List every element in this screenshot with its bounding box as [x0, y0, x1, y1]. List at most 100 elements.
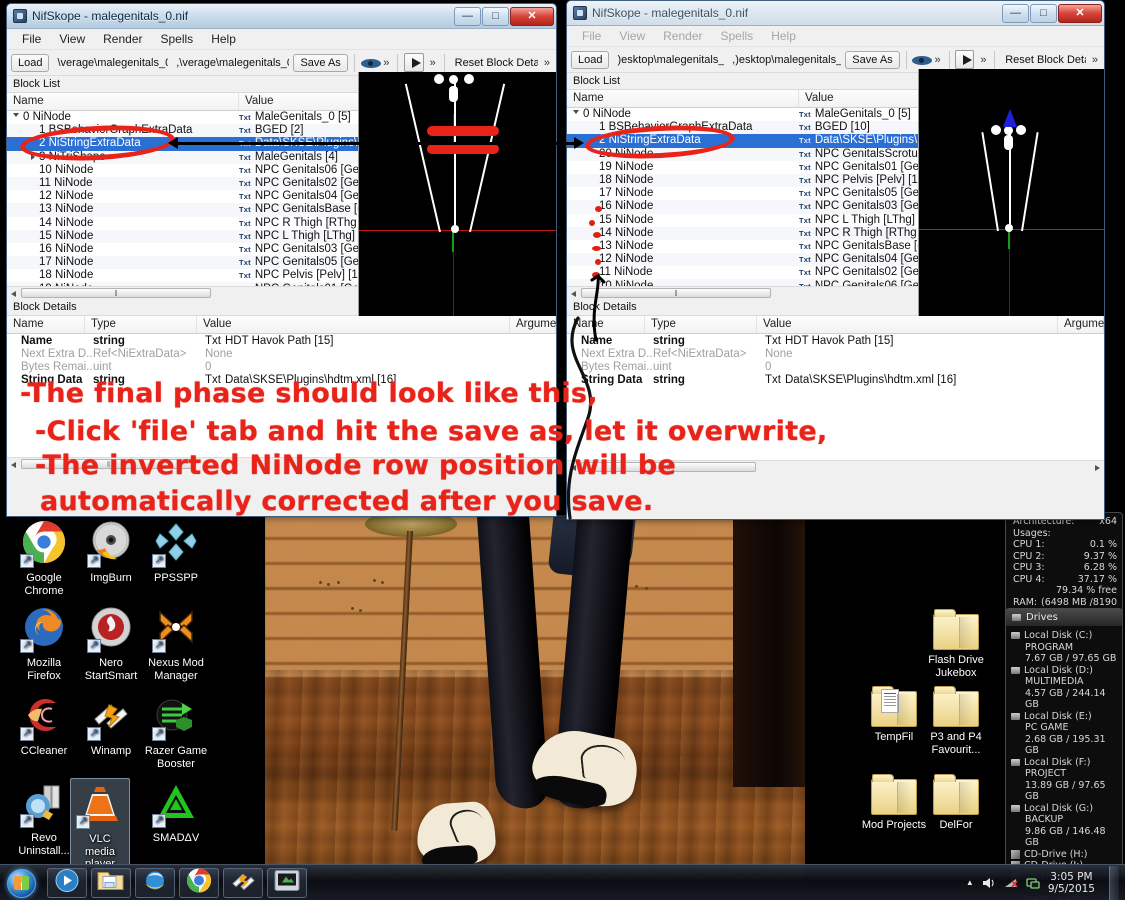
toolbar-overflow-3[interactable]: » [542, 57, 552, 69]
block-details-row[interactable]: String Data string Txt Data\SKSE\Plugins\hd… [567, 374, 1104, 387]
block-details-row[interactable]: Name string Txt HDT Havok Path [15] [7, 334, 556, 347]
winamp-taskbar-icon[interactable] [223, 867, 263, 898]
network-icon[interactable] [1004, 877, 1018, 889]
bd-column-value[interactable]: Value [197, 316, 510, 333]
reset-block-details-button[interactable]: Reset Block Details [1001, 51, 1086, 68]
desktop-icon-nero[interactable]: NeroStartSmart [75, 605, 147, 682]
save-as-button[interactable]: Save As [845, 50, 900, 69]
desktop-icon-winamp[interactable]: Winamp [75, 693, 147, 758]
bd-column-type[interactable]: Type [645, 316, 757, 333]
start-button[interactable] [3, 867, 43, 899]
minimize-button[interactable]: — [454, 6, 481, 26]
eye-icon[interactable] [360, 56, 381, 70]
scroll-left-icon[interactable] [11, 462, 16, 468]
menubar-left[interactable]: File View Render Spells Help [7, 29, 556, 50]
close-button[interactable]: ✕ [1058, 3, 1102, 23]
load-button[interactable]: Load [571, 50, 610, 69]
menu-item-help[interactable]: Help [764, 27, 803, 45]
expand-triangle-open-icon[interactable] [13, 113, 19, 120]
eye-icon[interactable] [912, 53, 933, 67]
taskbar[interactable]: ▲ 3:05 PM 9/5/2015 [0, 864, 1125, 900]
menu-item-render[interactable]: Render [656, 27, 709, 45]
action-center-icon[interactable] [1026, 877, 1040, 889]
close-button[interactable]: ✕ [510, 6, 554, 26]
toolbar-overflow-2[interactable]: » [428, 57, 438, 69]
save-path-field[interactable]: ,)esktop\malegenitals_0.nif [728, 51, 842, 68]
desktop-icon-razer-game-booster[interactable]: Razer GameBooster [140, 693, 212, 770]
bd-column-argument[interactable]: Argume [1058, 316, 1104, 333]
desktop-icon-firefox[interactable]: MozillaFirefox [8, 605, 80, 682]
internet-explorer-taskbar-icon[interactable] [135, 867, 175, 898]
cpu-meter-gadget[interactable]: Architecture: x64 Usages: CPU 1: 0.1 % CPU… [1005, 512, 1123, 624]
nifskope-taskbar-icon[interactable] [267, 867, 307, 898]
drive-item[interactable]: Local Disk (C:) PROGRAM 7.67 GB / 97.65 GB [1011, 630, 1117, 665]
bd-column-name[interactable]: Name [7, 316, 85, 333]
desktop-folder-4[interactable]: DelFor [920, 773, 992, 832]
titlebar-left[interactable]: NifSkope - malegenitals_0.nif — □ ✕ [7, 4, 556, 29]
toolbar-overflow-1[interactable]: » [381, 57, 391, 69]
scroll-thumb-h[interactable]: ‖ [21, 288, 211, 298]
3d-viewport-right[interactable] [918, 69, 1104, 317]
desktop-icon-chrome[interactable]: GoogleChrome [8, 520, 80, 597]
column-header-name[interactable]: Name [567, 90, 799, 107]
menu-item-view[interactable]: View [612, 27, 652, 45]
windows-explorer-taskbar-icon[interactable] [91, 867, 131, 898]
desktop-icon-vlc[interactable]: VLC mediaplayer [70, 778, 130, 874]
desktop-folder-2[interactable]: P3 and P4 Favourit... [920, 685, 992, 756]
bd-column-type[interactable]: Type [85, 316, 197, 333]
drive-item[interactable]: Local Disk (G:) BACKUP 9.86 GB / 146.48 GB [1011, 803, 1117, 849]
load-button[interactable]: Load [11, 53, 50, 72]
desktop-icon-imgburn[interactable]: ImgBurn [75, 520, 147, 585]
block-details-row[interactable]: Name string Txt HDT Havok Path [15] [567, 334, 1104, 347]
load-path-field[interactable]: \verage\malegenitals_0.nif [53, 54, 169, 71]
tray-expand-icon[interactable]: ▲ [966, 878, 974, 887]
desktop-icon-ppsspp[interactable]: PPSSPP [140, 520, 212, 585]
drive-item[interactable]: Local Disk (F:) PROJECT 13.89 GB / 97.65 G… [1011, 757, 1117, 803]
3d-viewport-left[interactable] [358, 72, 556, 317]
desktop-icon-nexus-mod-manager[interactable]: Nexus ModManager [140, 605, 212, 682]
titlebar-right[interactable]: NifSkope - malegenitals_0.nif — □ ✕ [567, 1, 1104, 26]
desktop-folder-0[interactable]: Flash Drive Jukebox [920, 608, 992, 679]
bd-column-value[interactable]: Value [757, 316, 1058, 333]
save-as-button[interactable]: Save As [293, 53, 348, 72]
menu-item-file[interactable]: File [575, 27, 608, 45]
minimize-button[interactable]: — [1002, 3, 1029, 23]
menu-item-render[interactable]: Render [96, 30, 149, 48]
block-details-row[interactable]: Next Extra D... Ref<NiExtraData> None [7, 347, 556, 360]
maximize-button[interactable]: □ [482, 6, 509, 26]
drives-gadget[interactable]: Drives Local Disk (C:) PROGRAM 7.67 GB / 9… [1005, 608, 1123, 900]
column-header-name[interactable]: Name [7, 93, 239, 110]
drive-item[interactable]: CD-Drive (H:) [1011, 849, 1117, 861]
toolbar-overflow-3[interactable]: » [1090, 54, 1100, 66]
show-desktop-button[interactable] [1109, 865, 1119, 900]
expand-triangle-open-icon[interactable] [573, 110, 579, 117]
windows-media-player-taskbar-icon[interactable] [47, 867, 87, 898]
toolbar-overflow-1[interactable]: » [933, 54, 943, 66]
reset-block-details-button[interactable]: Reset Block Details [450, 54, 538, 71]
menu-item-spells[interactable]: Spells [714, 27, 761, 45]
scroll-right-icon[interactable] [1095, 465, 1100, 471]
drive-item[interactable]: Local Disk (D:) MULTIMEDIA 4.57 GB / 244.1… [1011, 665, 1117, 711]
maximize-button[interactable]: □ [1030, 3, 1057, 23]
desktop-icon-ccleaner[interactable]: CCleaner [8, 693, 80, 758]
menu-item-file[interactable]: File [15, 30, 48, 48]
google-chrome-taskbar-icon[interactable] [179, 867, 219, 898]
scroll-left-icon[interactable] [11, 291, 16, 297]
menu-item-help[interactable]: Help [204, 30, 243, 48]
block-details-row[interactable]: Next Extra D... Ref<NiExtraData> None [567, 347, 1104, 360]
system-tray[interactable]: ▲ 3:05 PM 9/5/2015 [966, 865, 1125, 900]
save-path-field[interactable]: ,\verage\malegenitals_0.nif [172, 54, 290, 71]
load-path-field[interactable]: )esktop\malegenitals_0.nif [613, 51, 725, 68]
play-icon[interactable] [404, 53, 424, 72]
drive-item[interactable]: Local Disk (E:) PC GAME 2.68 GB / 195.31 G… [1011, 711, 1117, 757]
play-icon[interactable] [955, 50, 975, 69]
volume-icon[interactable] [982, 877, 996, 889]
block-details-row[interactable]: Bytes Remai... uint 0 [567, 360, 1104, 373]
toolbar-overflow-2[interactable]: » [978, 54, 988, 66]
menu-item-spells[interactable]: Spells [154, 30, 201, 48]
menubar-right[interactable]: File View Render Spells Help [567, 26, 1104, 47]
desktop-icon-smadav[interactable]: SMADΔV [140, 780, 212, 845]
block-details-row[interactable]: Bytes Remai... uint 0 [7, 360, 556, 373]
block-details-rows-right[interactable]: Name string Txt HDT Havok Path [15] Next Ext… [567, 334, 1104, 387]
clock[interactable]: 3:05 PM 9/5/2015 [1048, 871, 1095, 895]
